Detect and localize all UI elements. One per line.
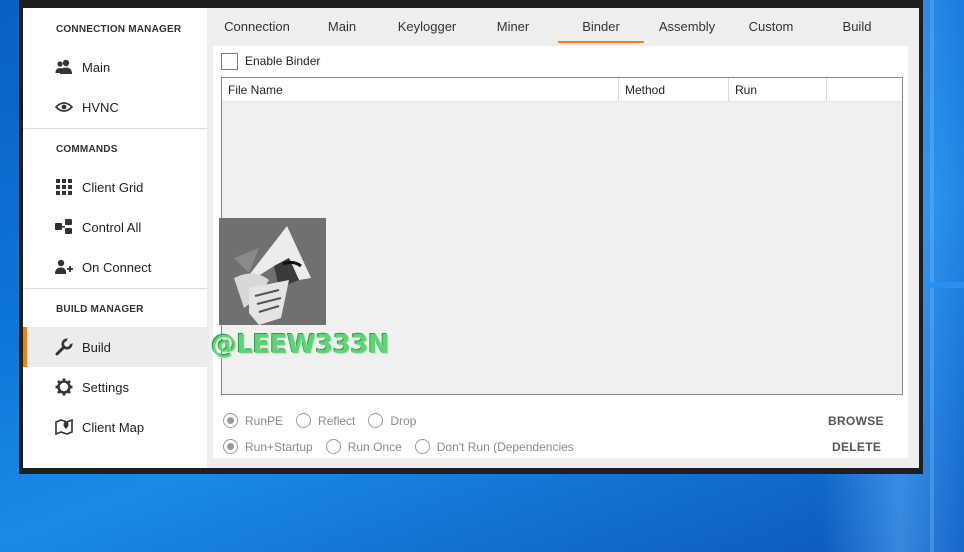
sidebar-item-client-grid[interactable]: Client Grid	[23, 167, 207, 207]
builder-window: CONNECTION MANAGER Main HVNC COMMANDS Cl…	[19, 0, 923, 474]
browse-button[interactable]: BROWSE	[828, 414, 884, 428]
enable-binder-label: Enable Binder	[245, 54, 321, 68]
radio-label: Reflect	[318, 413, 356, 428]
radio-label: Run Once	[347, 439, 402, 454]
network-icon	[55, 218, 73, 236]
users-icon	[55, 58, 73, 76]
section-title-commands: COMMANDS	[56, 144, 118, 155]
radio-label: Don't Run (Dependencies	[436, 439, 574, 454]
section-title-connection-manager: CONNECTION MANAGER	[56, 24, 182, 35]
sidebar-item-control-all[interactable]: Control All	[23, 207, 207, 247]
gear-icon	[55, 378, 73, 396]
tab-custom[interactable]: Custom	[733, 8, 809, 44]
grid-icon	[55, 178, 73, 196]
radio-dont-run[interactable]	[414, 439, 430, 454]
column-header-file-name[interactable]: File Name	[222, 78, 619, 102]
sidebar-item-label: Build	[82, 339, 111, 355]
desktop-light-beam	[930, 0, 934, 552]
wrench-icon	[55, 338, 73, 356]
column-header-method[interactable]: Method	[619, 78, 729, 102]
tab-connection[interactable]: Connection	[215, 8, 299, 44]
sidebar-item-label: Control All	[82, 219, 142, 235]
tab-assembly[interactable]: Assembly	[651, 8, 723, 44]
tab-bar: Connection Main Keylogger Miner Binder A…	[207, 8, 919, 44]
sidebar-item-settings[interactable]: Settings	[23, 367, 207, 407]
radio-drop[interactable]	[368, 413, 384, 428]
sidebar-item-label: On Connect	[82, 259, 152, 275]
sidebar: CONNECTION MANAGER Main HVNC COMMANDS Cl…	[23, 8, 207, 468]
radio-label: RunPE	[245, 413, 284, 428]
map-icon	[55, 418, 73, 436]
sidebar-divider	[23, 128, 207, 129]
sidebar-item-label: Client Map	[82, 419, 145, 435]
tab-keylogger[interactable]: Keylogger	[387, 8, 467, 44]
sidebar-item-label: Main	[82, 59, 111, 75]
watermark-logo	[219, 218, 326, 325]
add-user-icon	[55, 258, 73, 276]
radio-label: Drop	[390, 413, 417, 428]
radio-run-once[interactable]	[325, 439, 341, 454]
radio-label: Run+Startup	[245, 439, 313, 454]
sidebar-item-label: HVNC	[82, 99, 119, 115]
sidebar-item-main[interactable]: Main	[23, 47, 207, 87]
radio-reflect[interactable]	[296, 413, 312, 428]
tab-build[interactable]: Build	[819, 8, 895, 44]
sidebar-item-client-map[interactable]: Client Map	[23, 407, 207, 447]
eye-icon	[55, 98, 73, 116]
column-header-blank	[827, 78, 902, 102]
sidebar-item-hvnc[interactable]: HVNC	[23, 87, 207, 127]
column-header-run[interactable]: Run	[729, 78, 827, 102]
method-radio-group: RunPE Reflect Drop	[223, 413, 429, 428]
run-radio-group: Run+Startup Run Once Don't Run (Dependen…	[223, 439, 587, 454]
delete-button[interactable]: DELETE	[832, 440, 881, 454]
sidebar-item-on-connect[interactable]: On Connect	[23, 247, 207, 287]
watermark-text: @LEEW333N	[211, 330, 390, 360]
sidebar-item-label: Client Grid	[82, 179, 144, 195]
radio-runpe[interactable]	[223, 413, 238, 428]
enable-binder-checkbox[interactable]	[221, 53, 238, 70]
sidebar-divider	[23, 288, 207, 289]
tab-miner[interactable]: Miner	[475, 8, 551, 44]
radio-run-startup[interactable]	[223, 439, 238, 454]
sidebar-item-build[interactable]: Build	[23, 327, 207, 367]
tab-binder[interactable]: Binder	[558, 8, 644, 44]
tab-main[interactable]: Main	[305, 8, 379, 44]
sidebar-item-label: Settings	[82, 379, 129, 395]
section-title-build-manager: BUILD MANAGER	[56, 304, 144, 315]
table-header: File Name Method Run	[222, 78, 902, 102]
